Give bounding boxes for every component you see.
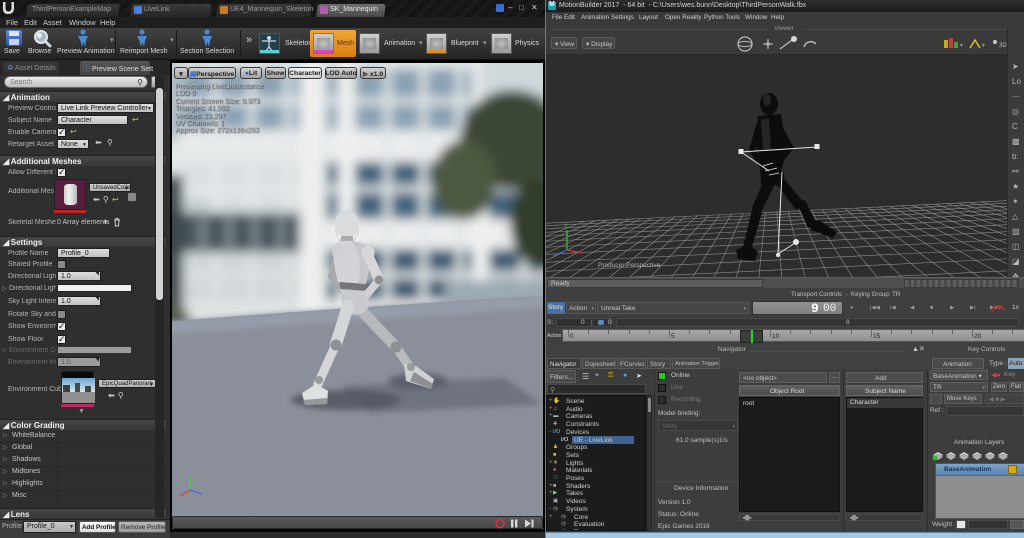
- svg-text:▾: ▾: [960, 43, 963, 49]
- svg-text:Y: Y: [564, 224, 568, 230]
- svg-text:▾: ▾: [982, 43, 985, 49]
- svg-text:Producer Perspective: Producer Perspective: [598, 262, 661, 269]
